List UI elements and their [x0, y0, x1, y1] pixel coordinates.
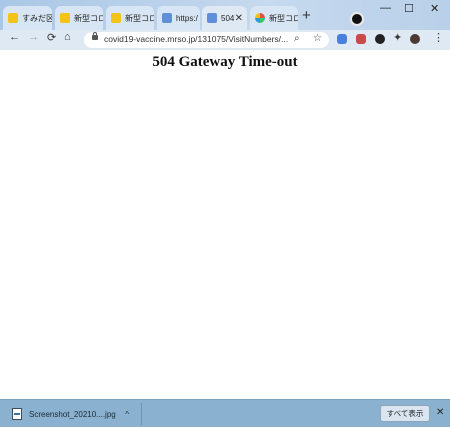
tab-title: 新型コロ	[125, 13, 154, 23]
lock-icon	[92, 32, 98, 40]
maximize-icon[interactable]: ☐	[404, 2, 414, 15]
tab-title: 新型コロ	[269, 13, 298, 23]
url-text: covid19-vaccine.mrso.jp/131075/VisitNumb…	[104, 34, 289, 44]
extension-shield-icon[interactable]	[375, 34, 385, 44]
tab-title: 新型コロ	[74, 13, 103, 23]
download-filename: Screenshot_20210....jpg	[29, 409, 116, 419]
close-shelf-icon[interactable]: ✕	[436, 407, 444, 418]
tab-1[interactable]: すみだ区	[3, 6, 52, 30]
new-tab-plus-icon[interactable]: +	[302, 8, 311, 23]
yellow-favicon-icon	[60, 13, 70, 23]
show-all-button[interactable]: すべて表示	[380, 405, 430, 422]
tab-3[interactable]: 新型コロ	[106, 6, 154, 30]
tab-6[interactable]: 新型コロ	[250, 6, 298, 30]
more-menu-icon[interactable]: ⋮	[433, 31, 444, 44]
tab-strip: すみだ区 新型コロ 新型コロ https:/ 504 ✕ 新型コロ + — ☐ …	[0, 0, 450, 30]
download-item[interactable]: Screenshot_20210....jpg ^	[6, 403, 142, 425]
back-arrow-icon[interactable]: ←	[9, 31, 20, 43]
yellow-favicon-icon	[111, 13, 121, 23]
gear-favicon-icon	[207, 13, 217, 23]
page-content: 504 Gateway Time-out	[0, 50, 450, 399]
yellow-favicon-icon	[8, 13, 18, 23]
multicolor-favicon-icon	[255, 13, 265, 23]
tab-title: https:/	[176, 13, 198, 23]
chevron-up-icon[interactable]: ^	[125, 410, 129, 419]
tab-2[interactable]: 新型コロ	[55, 6, 103, 30]
address-bar[interactable]: covid19-vaccine.mrso.jp/131075/VisitNumb…	[84, 32, 329, 48]
tab-4[interactable]: https:/	[157, 6, 200, 30]
forward-arrow-icon[interactable]: →	[28, 31, 39, 43]
image-file-icon	[12, 408, 22, 420]
profile-avatar-icon[interactable]	[410, 34, 420, 44]
tab-title: 504	[221, 13, 235, 23]
page-title: 504 Gateway Time-out	[152, 54, 298, 70]
zoom-search-icon[interactable]: ⌕	[294, 33, 300, 44]
tab-5-active[interactable]: 504 ✕	[202, 6, 247, 30]
extensions-puzzle-icon[interactable]: ✦	[393, 31, 402, 44]
tab-close-icon[interactable]: ✕	[235, 13, 243, 24]
reload-icon[interactable]: ⟳	[47, 31, 56, 44]
extension-red-badge-icon[interactable]	[356, 34, 366, 44]
download-shelf: Screenshot_20210....jpg ^ すべて表示 ✕	[0, 399, 450, 427]
gear-favicon-icon	[162, 13, 172, 23]
close-window-icon[interactable]: ✕	[430, 2, 439, 15]
browser-toolbar: ← → ⟳ ⌂ covid19-vaccine.mrso.jp/131075/V…	[0, 30, 450, 50]
bookmark-star-icon[interactable]: ☆	[313, 33, 322, 44]
minimize-icon[interactable]: —	[380, 2, 391, 14]
tab-title: すみだ区	[22, 13, 52, 23]
extension-blue-icon[interactable]	[337, 34, 347, 44]
home-icon[interactable]: ⌂	[64, 31, 71, 43]
record-indicator-icon[interactable]	[350, 12, 364, 26]
